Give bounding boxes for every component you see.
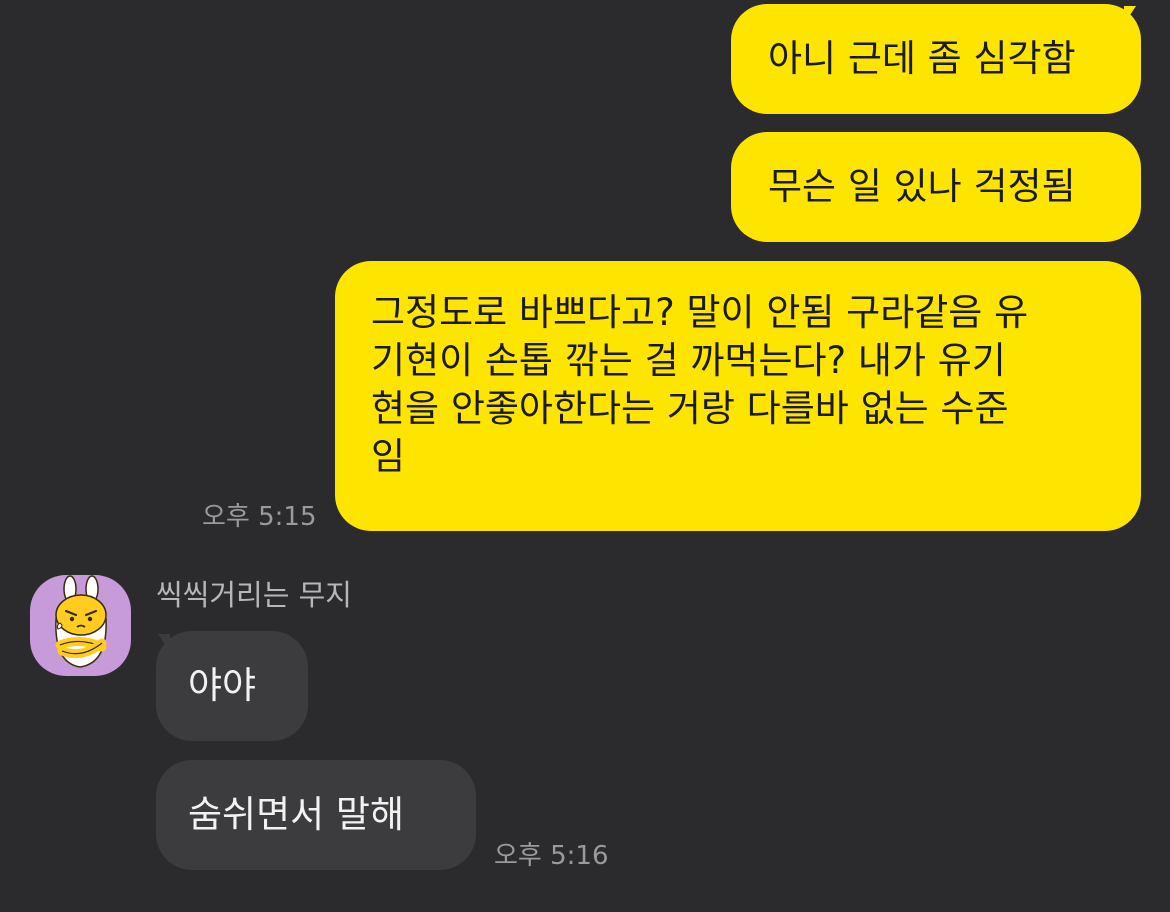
sender-name: 씩씩거리는 무지 [156, 578, 352, 612]
incoming-message[interactable]: 야야 [156, 631, 308, 741]
message-line: 현을 안좋아한다는 거랑 다를바 없는 수준 [371, 387, 1009, 430]
muzi-character-icon [55, 575, 107, 668]
message-line: 기현이 손톱 깎는 걸 까먹는다? 내가 유기 [371, 339, 1006, 382]
message-text: 아니 근데 좀 심각함 [768, 37, 1076, 80]
incoming-message[interactable]: 숨쉬면서 말해 [156, 760, 476, 870]
message-text: 숨쉬면서 말해 [188, 793, 405, 836]
outgoing-message[interactable]: 그정도로 바쁘다고? 말이 안됨 구라같음 유 기현이 손톱 깎는 걸 까먹는다… [335, 261, 1141, 531]
message-text: 야야 [188, 664, 257, 707]
message-line: 임 [371, 435, 406, 478]
bubble-tail [1124, 6, 1148, 24]
outgoing-message[interactable]: 아니 근데 좀 심각함 [731, 4, 1141, 114]
message-text: 무슨 일 있나 걱정됨 [768, 165, 1076, 208]
outgoing-message[interactable]: 무슨 일 있나 걱정됨 [731, 132, 1141, 242]
message-timestamp: 오후 5:16 [494, 841, 609, 871]
message-line: 그정도로 바쁘다고? 말이 안됨 구라같음 유 [371, 291, 1029, 334]
avatar[interactable] [30, 575, 131, 676]
message-timestamp: 오후 5:15 [202, 502, 317, 532]
